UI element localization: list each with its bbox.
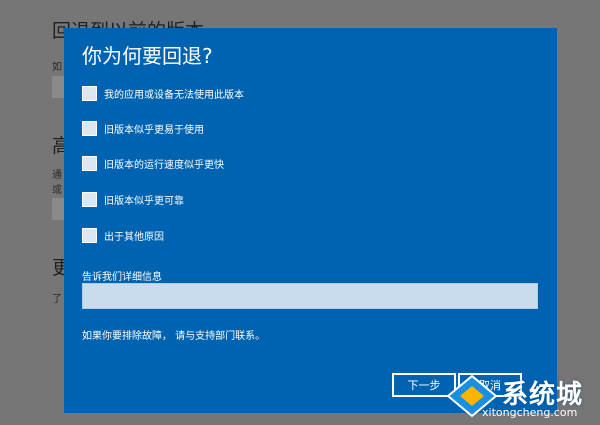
option-app-incompatible[interactable]: 我的应用或设备无法使用此版本 xyxy=(82,85,244,101)
background-subtext: 了 xyxy=(52,294,62,305)
details-input[interactable] xyxy=(82,283,538,309)
option-easier-to-use[interactable]: 旧版本似乎更易于使用 xyxy=(82,120,204,136)
background-subtext: 或 xyxy=(52,185,62,196)
rollback-reason-dialog: 你为何要回退? 我的应用或设备无法使用此版本 旧版本似乎更易于使用 旧版本的运行… xyxy=(64,28,557,413)
details-label: 告诉我们详细信息 xyxy=(82,272,162,283)
watermark-url: xitongcheng.com xyxy=(482,406,578,419)
option-label: 旧版本似乎更易于使用 xyxy=(104,124,204,136)
option-faster[interactable]: 旧版本的运行速度似乎更快 xyxy=(82,155,224,171)
option-other-reason[interactable]: 出于其他原因 xyxy=(82,227,164,243)
option-label: 出于其他原因 xyxy=(104,231,164,243)
support-help-text: 如果你要排除故障， 请与支持部门联系。 xyxy=(82,331,266,342)
checkbox[interactable] xyxy=(82,227,97,243)
checkbox[interactable] xyxy=(82,155,97,171)
option-more-reliable[interactable]: 旧版本似乎更可靠 xyxy=(82,191,184,207)
option-label: 旧版本似乎更可靠 xyxy=(104,195,184,207)
checkbox[interactable] xyxy=(82,85,97,101)
background-subtext: 如 xyxy=(52,62,62,73)
checkbox[interactable] xyxy=(82,191,97,207)
checkbox[interactable] xyxy=(82,120,97,136)
background-subtext: 通 xyxy=(52,170,62,181)
dialog-title: 你为何要回退? xyxy=(82,44,213,68)
option-label: 旧版本的运行速度似乎更快 xyxy=(104,159,224,171)
option-label: 我的应用或设备无法使用此版本 xyxy=(104,89,244,101)
watermark: 系统城 xitongcheng.com xyxy=(440,372,600,425)
